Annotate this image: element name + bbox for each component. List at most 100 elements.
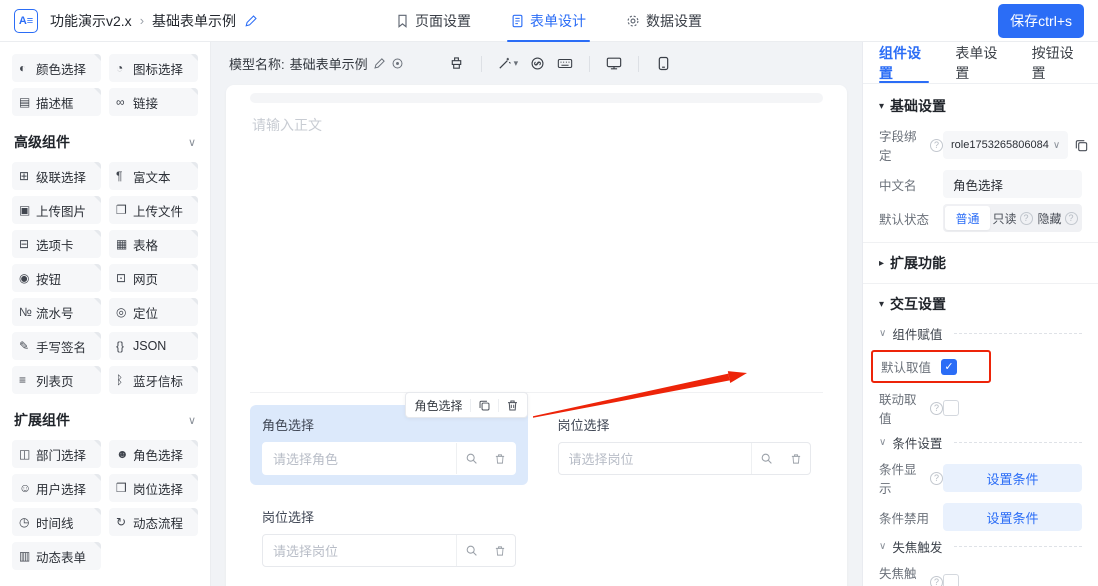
component-item-bluetooth[interactable]: ᛒ 蓝牙信标 [109,366,198,394]
trash-icon[interactable] [506,399,519,412]
search-icon[interactable] [457,443,486,474]
component-item-dynamic-flow[interactable]: ↻ 动态流程 [109,508,198,536]
component-label: 定位 [133,306,159,321]
subsection-condition[interactable]: ∨ 条件设置 [879,433,1082,451]
role-select-input[interactable]: 请选择角色 [262,442,516,475]
component-item-signature[interactable]: ✎ 手写签名 [12,332,101,360]
role-select-icon: ☻ [116,447,129,461]
component-item-location[interactable]: ◎ 定位 [109,298,198,326]
set-condition-disable-button[interactable]: 设置条件 [943,503,1082,531]
option-label: 只读 [992,211,1017,226]
save-button[interactable]: 保存ctrl+s [998,3,1084,38]
help-icon[interactable]: ? [1019,211,1033,225]
desktop-preview-icon[interactable] [601,51,627,77]
wand-icon[interactable]: ▾ [493,51,523,77]
component-item-timeline[interactable]: ◷ 时间线 [12,508,101,536]
top-bar: A≡ 功能演示v2.x › 基础表单示例 页面设置 表单设计 数据设置 保存ct… [0,0,1098,42]
group-header-advanced[interactable]: 高级组件 ∨ [14,132,196,152]
subsection-blur-trigger[interactable]: ∨ 失焦触发 [879,537,1082,555]
group-header-extension[interactable]: 扩展组件 ∨ [14,410,196,430]
component-item-description[interactable]: ▤ 描述框 [12,88,101,116]
search-icon[interactable] [457,535,486,566]
component-item-json[interactable]: {} JSON [109,332,198,360]
component-item-tab-card[interactable]: ⊟ 选项卡 [12,230,101,258]
default-value-checkbox[interactable]: ✓ [941,358,957,375]
field-position-select[interactable]: 岗位选择 请选择岗位 [546,405,824,485]
edit-model-name-icon[interactable] [373,57,386,70]
subsection-title: 组件赋值 [892,327,943,342]
copy-icon[interactable] [478,399,491,412]
set-condition-show-button[interactable]: 设置条件 [943,464,1082,492]
section-interaction[interactable]: ▾ 交互设置 [879,294,1082,314]
tab-form-settings[interactable]: 表单设置 [955,42,1005,83]
component-item-cascade[interactable]: ⊞ 级联选择 [12,162,101,190]
help-icon[interactable]: ? [930,401,943,415]
cn-name-input[interactable]: 角色选择 [943,170,1082,198]
drag-corner [191,474,198,481]
top-tabs: 页面设置 表单设计 数据设置 [396,0,702,42]
component-item-upload-file[interactable]: ❐ 上传文件 [109,196,198,224]
field-binding-select[interactable]: role1753265806084 ∨ [943,131,1069,159]
tab-button-settings[interactable]: 按钮设置 [1032,42,1082,83]
tab-page-settings[interactable]: 页面设置 [396,0,471,42]
copy-binding-icon[interactable] [1074,133,1089,157]
component-item-serial[interactable]: № 流水号 [12,298,101,326]
component-label: 动态表单 [36,550,87,565]
component-label: JSON [133,339,167,353]
breadcrumb-app-name[interactable]: 功能演示v2.x [50,11,132,31]
tab-label: 表单设计 [530,13,586,29]
help-icon[interactable]: ? [930,575,943,586]
caret-down-icon: ▾ [879,100,885,112]
component-item-user[interactable]: ☺ 用户选择 [12,474,101,502]
tab-data-settings[interactable]: 数据设置 [626,0,702,42]
component-item-button[interactable]: ◉ 按钮 [12,264,101,292]
clear-value-icon[interactable] [486,535,515,566]
component-item-department[interactable]: ◫ 部门选择 [12,440,101,468]
component-item-rich-text[interactable]: ¶ 富文本 [109,162,198,190]
section-extension[interactable]: ▸ 扩展功能 [879,253,1082,273]
component-label: 角色选择 [133,448,184,463]
tab-component-settings[interactable]: 组件设置 [879,42,930,83]
chevron-down-icon: ∨ [879,436,887,448]
search-icon[interactable] [752,443,781,474]
state-option-normal[interactable]: 普通 [945,206,990,230]
component-item-icon-select[interactable]: ◔ 图标选择 [109,54,198,82]
help-icon[interactable]: ? [1064,211,1078,225]
mobile-preview-icon[interactable] [650,51,676,77]
model-settings-icon[interactable] [391,57,404,70]
component-item-color-select[interactable]: ◐ 颜色选择 [12,54,101,82]
section-basic-settings[interactable]: ▾ 基础设置 [879,96,1082,116]
clear-icon[interactable] [444,51,470,77]
component-label: 按钮 [36,272,62,287]
label-text: 条件禁用 [879,511,930,526]
app-logo-icon[interactable]: A≡ [14,8,38,33]
component-item-webpage[interactable]: ⊡ 网页 [109,264,198,292]
component-item-dynamic-form[interactable]: ▥ 动态表单 [12,542,101,570]
component-item-role[interactable]: ☻ 角色选择 [109,440,198,468]
component-item-upload-image[interactable]: ▣ 上传图片 [12,196,101,224]
state-option-readonly[interactable]: 只读? [990,206,1035,230]
drag-corner [191,88,198,95]
keyboard-icon[interactable] [552,51,578,77]
position-select-input[interactable]: 请选择岗位 [262,534,516,567]
component-item-link[interactable]: ∞ 链接 [109,88,198,116]
edit-title-icon[interactable] [244,14,258,28]
field-position-select-2[interactable]: 岗位选择 请选择岗位 [250,497,528,577]
component-item-list-page[interactable]: ≡ 列表页 [12,366,101,394]
component-item-position[interactable]: ❒ 岗位选择 [109,474,198,502]
help-icon[interactable]: ? [930,471,943,485]
component-label: 时间线 [36,516,74,531]
subsection-component-assign[interactable]: ∨ 组件赋值 [879,324,1082,342]
rich-text-editor[interactable]: 请输入正文 [250,93,823,393]
chain-icon[interactable] [524,51,550,77]
blur-trigger-checkbox[interactable] [943,574,959,586]
field-role-select[interactable]: 角色选择 角色选择 请选择角色 [250,392,528,485]
help-icon[interactable]: ? [930,138,943,152]
linkage-value-checkbox[interactable] [943,400,959,416]
clear-value-icon[interactable] [486,443,515,474]
state-option-hidden[interactable]: 隐藏? [1035,206,1080,230]
tab-form-design[interactable]: 表单设计 [507,0,590,42]
clear-value-icon[interactable] [781,443,810,474]
position-select-input[interactable]: 请选择岗位 [557,442,811,475]
component-item-table[interactable]: ▦ 表格 [109,230,198,258]
